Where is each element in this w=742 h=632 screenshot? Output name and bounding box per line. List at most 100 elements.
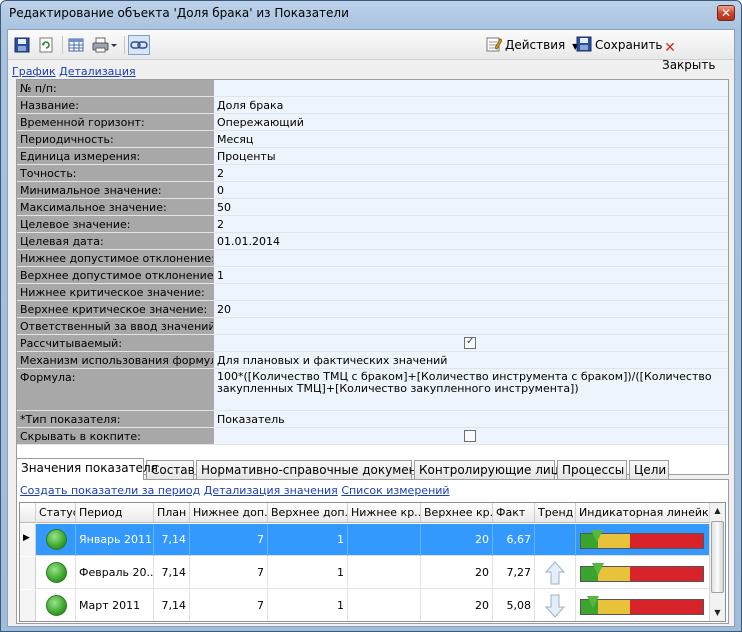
- fact-cell: 7,27: [493, 557, 535, 589]
- window-close-button[interactable]: ✕: [717, 5, 735, 21]
- property-value[interactable]: 01.01.2014: [213, 233, 728, 249]
- indicator-cell: [576, 557, 710, 589]
- value-detail-link[interactable]: Детализация значения: [204, 484, 338, 497]
- property-value[interactable]: 2: [213, 165, 728, 181]
- property-value[interactable]: 2: [213, 216, 728, 232]
- status-green-icon: [45, 595, 67, 616]
- property-row: Нижнее допустимое отклонение:: [17, 250, 728, 267]
- row-selector[interactable]: [20, 590, 36, 621]
- table-icon[interactable]: [68, 37, 84, 53]
- column-header[interactable]: Факт: [493, 503, 535, 523]
- property-value[interactable]: Показатель: [213, 411, 728, 427]
- property-row: Верхнее допустимое отклонение: 1: [17, 267, 728, 284]
- property-value[interactable]: 50: [213, 199, 728, 215]
- print-icon[interactable]: [92, 37, 118, 53]
- property-row: Единица измерения: Проценты: [17, 148, 728, 165]
- indicator-bar: [580, 596, 704, 615]
- status-cell: [36, 590, 76, 621]
- property-value[interactable]: Проценты: [213, 148, 728, 164]
- property-value[interactable]: 100*([Количество ТМЦ с браком]+[Количест…: [213, 369, 728, 410]
- column-header[interactable]: Тренд: [535, 503, 576, 523]
- save-button[interactable]: Сохранить: [576, 36, 663, 54]
- column-header[interactable]: Верхнее доп...: [268, 503, 348, 523]
- create-period-link[interactable]: Создать показатели за период: [20, 484, 200, 497]
- property-label: № п/п:: [17, 80, 213, 96]
- plan-cell: 7,14: [154, 590, 190, 621]
- close-label: Закрыть: [662, 58, 716, 72]
- toolbar-separator: [124, 36, 125, 54]
- tab-panel-values: Создать показатели за период Детализация…: [16, 479, 729, 624]
- checkbox[interactable]: [464, 430, 476, 442]
- indicator-marker-icon: [587, 596, 600, 608]
- title-bar[interactable]: Редактирование объекта 'Доля брака' из П…: [1, 1, 741, 27]
- column-header[interactable]: Период: [76, 503, 154, 523]
- table-row[interactable]: Март 2011 7,14 7 1 20 5,08: [20, 590, 710, 621]
- toolbar-separator: [62, 36, 63, 54]
- actions-menu-button[interactable]: Действия ▼: [486, 36, 578, 54]
- chart-link[interactable]: График: [12, 65, 56, 78]
- trend-cell: [535, 590, 576, 621]
- actions-icon: [486, 37, 502, 52]
- property-value[interactable]: [213, 335, 728, 351]
- plan-cell: 7,14: [154, 557, 190, 589]
- indicator-segment: [629, 600, 703, 614]
- tab-0[interactable]: Значения показателя: [16, 458, 158, 480]
- row-selector[interactable]: [20, 557, 36, 589]
- vertical-scrollbar[interactable]: ▲ ▼: [709, 503, 725, 621]
- save-icon: [576, 36, 592, 52]
- refresh-icon[interactable]: [38, 37, 54, 53]
- tab-2[interactable]: Нормативно-справочные документы: [196, 460, 433, 480]
- property-row: Скрывать в кокпите:: [17, 428, 728, 445]
- property-value[interactable]: Опережающий: [213, 114, 728, 130]
- column-header[interactable]: План: [154, 503, 190, 523]
- upper-dev-cell: 1: [268, 524, 348, 556]
- column-header[interactable]: Нижнее кр...: [348, 503, 421, 523]
- scroll-down-icon[interactable]: ▼: [710, 605, 725, 621]
- property-value[interactable]: 20: [213, 301, 728, 317]
- column-header[interactable]: Верхнее кр...: [421, 503, 493, 523]
- property-label: Целевая дата:: [17, 233, 213, 249]
- indicator-segment: [598, 600, 630, 614]
- tab-4[interactable]: Процессы: [557, 460, 627, 480]
- property-value[interactable]: Месяц: [213, 131, 728, 147]
- property-value[interactable]: 1: [213, 267, 728, 283]
- property-value[interactable]: Доля брака: [213, 97, 728, 113]
- property-value[interactable]: [213, 250, 728, 266]
- upper-dev-cell: 1: [268, 557, 348, 589]
- scroll-thumb[interactable]: [711, 521, 724, 593]
- window-title: Редактирование объекта 'Доля брака' из П…: [9, 6, 349, 20]
- table-row[interactable]: Февраль 20... 7,14 7 1 20 7,27: [20, 557, 710, 589]
- property-label: *Тип показателя:: [17, 411, 213, 427]
- arrow-down-icon: [545, 594, 565, 618]
- property-value[interactable]: 0: [213, 182, 728, 198]
- indicator-segment: [629, 567, 703, 581]
- property-label: Временной горизонт:: [17, 114, 213, 130]
- property-label: Точность:: [17, 165, 213, 181]
- link-icon[interactable]: [128, 35, 150, 55]
- property-label: Рассчитываемый:: [17, 335, 213, 351]
- property-value[interactable]: [213, 284, 728, 300]
- property-row: Механизм использования формулы: Для плано…: [17, 352, 728, 369]
- property-value[interactable]: Для плановых и фактических значений: [213, 352, 728, 368]
- indicator-cell: [576, 590, 710, 621]
- table-row[interactable]: Январь 20117,1471 206,67: [20, 524, 710, 556]
- property-value[interactable]: [213, 318, 728, 334]
- property-row: Формула: 100*([Количество ТМЦ с браком]+[…: [17, 369, 728, 411]
- property-row: Верхнее критическое значение: 20: [17, 301, 728, 318]
- detail-link[interactable]: Детализация: [59, 65, 136, 78]
- column-header[interactable]: Индикаторная линейка: [576, 503, 710, 523]
- scroll-up-icon[interactable]: ▲: [710, 503, 725, 519]
- column-header[interactable]: Статус: [36, 503, 76, 523]
- property-value[interactable]: [213, 80, 728, 96]
- status-green-icon: [45, 562, 67, 583]
- tab-5[interactable]: Цели: [629, 460, 669, 480]
- tab-3[interactable]: Контролирующие лица: [414, 460, 566, 480]
- property-value[interactable]: [213, 428, 728, 444]
- row-selector[interactable]: [20, 524, 36, 556]
- measurement-list-link[interactable]: Список измерений: [341, 484, 449, 497]
- save-icon[interactable]: [14, 37, 30, 53]
- indicator-bar: [580, 563, 704, 582]
- column-header[interactable]: Нижнее доп...: [190, 503, 268, 523]
- checkbox[interactable]: [464, 336, 476, 349]
- close-button[interactable]: ✕ Закрыть: [662, 36, 734, 72]
